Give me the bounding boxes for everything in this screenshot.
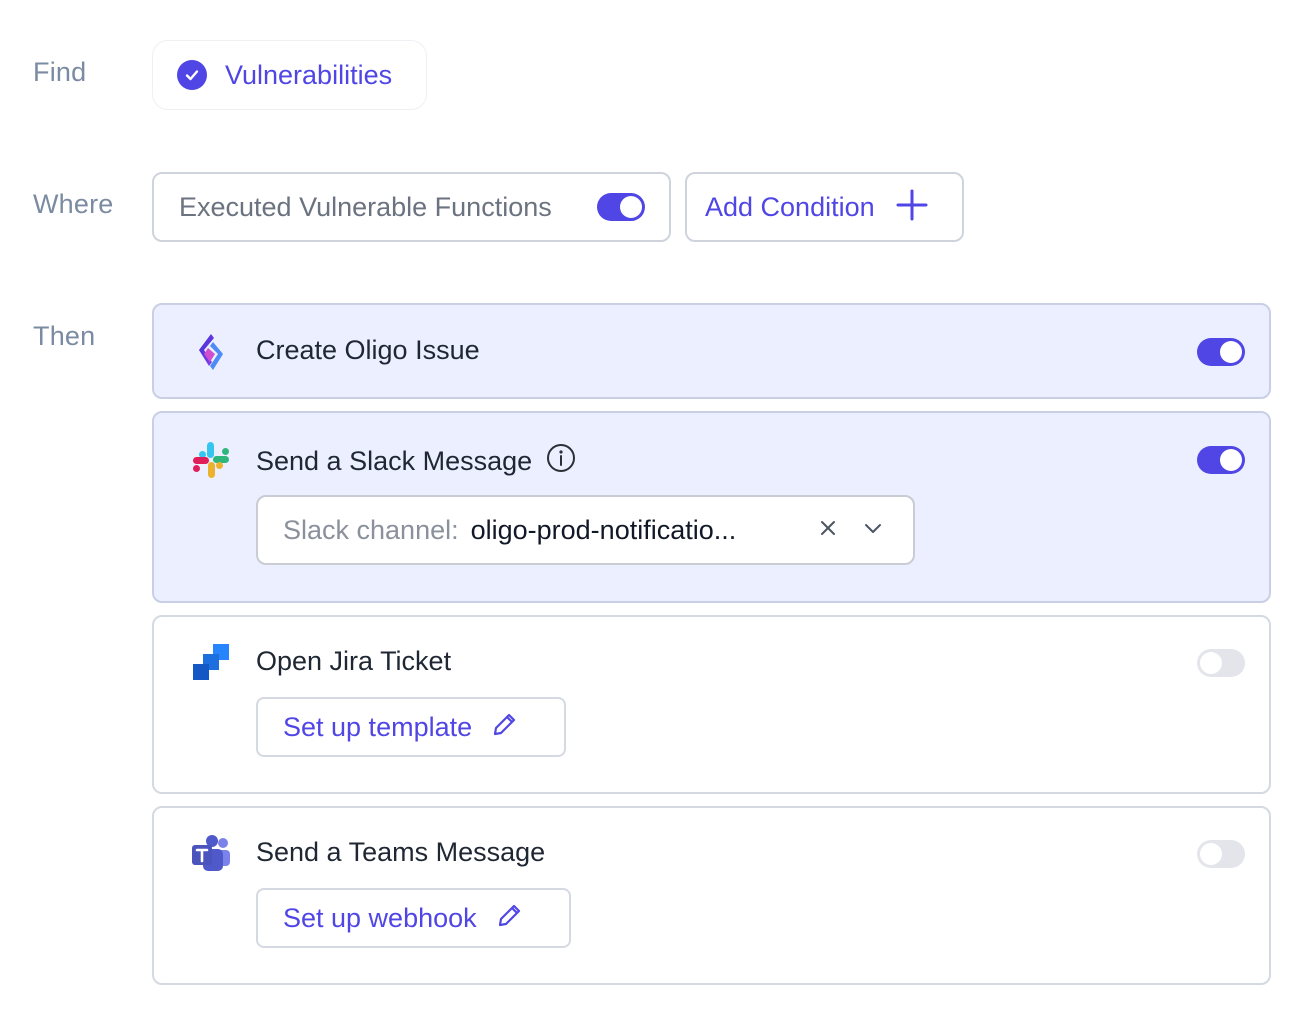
slack-channel-label: Slack channel: — [283, 514, 459, 545]
action-card-jira-ticket: Open Jira Ticket Set up template — [152, 615, 1271, 794]
action-title-jira: Open Jira Ticket — [256, 646, 452, 676]
condition-executed-vulnerable-functions: Executed Vulnerable Functions — [152, 172, 671, 242]
action-card-oligo-issue: Create Oligo Issue — [152, 303, 1271, 399]
add-condition-label: Add Condition — [705, 191, 875, 222]
pencil-icon — [490, 711, 518, 744]
set-up-webhook-label: Set up webhook — [283, 902, 477, 933]
pencil-icon — [495, 902, 523, 935]
action-title-slack: Send a Slack Message — [256, 446, 533, 476]
slack-channel-value: oligo-prod-notificatio... — [470, 514, 737, 545]
set-up-template-label: Set up template — [283, 711, 473, 742]
slack-logo-icon — [190, 439, 232, 481]
then-label: Then — [33, 321, 96, 351]
teams-logo-icon — [190, 833, 232, 875]
vulnerabilities-chip[interactable]: Vulnerabilities — [152, 40, 427, 110]
add-condition-button[interactable]: Add Condition — [685, 172, 964, 242]
oligo-logo-icon — [190, 331, 232, 373]
jira-logo-icon — [190, 642, 232, 684]
action-card-slack-message: Send a Slack Message Slack channel: olig… — [152, 411, 1271, 603]
check-circle-icon — [177, 60, 207, 90]
chevron-down-icon[interactable] — [863, 521, 883, 540]
slack-channel-select[interactable]: Slack channel: oligo-prod-notificatio... — [256, 495, 915, 565]
condition-toggle[interactable] — [597, 193, 645, 221]
info-icon[interactable] — [546, 443, 576, 480]
slack-message-toggle[interactable] — [1197, 446, 1245, 474]
find-label: Find — [33, 57, 87, 87]
action-card-teams-message: Send a Teams Message Set up webhook — [152, 806, 1271, 985]
jira-ticket-toggle[interactable] — [1197, 649, 1245, 677]
set-up-template-button[interactable]: Set up template — [256, 697, 566, 757]
teams-message-toggle[interactable] — [1197, 840, 1245, 868]
vulnerabilities-chip-label: Vulnerabilities — [225, 59, 393, 90]
where-label: Where — [33, 189, 114, 219]
plus-icon — [895, 188, 929, 227]
oligo-issue-toggle[interactable] — [1197, 338, 1245, 366]
set-up-webhook-button[interactable]: Set up webhook — [256, 888, 571, 948]
action-title-teams: Send a Teams Message — [256, 837, 546, 867]
action-title-oligo: Create Oligo Issue — [256, 335, 480, 365]
condition-label: Executed Vulnerable Functions — [179, 191, 552, 222]
clear-icon[interactable] — [819, 519, 837, 542]
